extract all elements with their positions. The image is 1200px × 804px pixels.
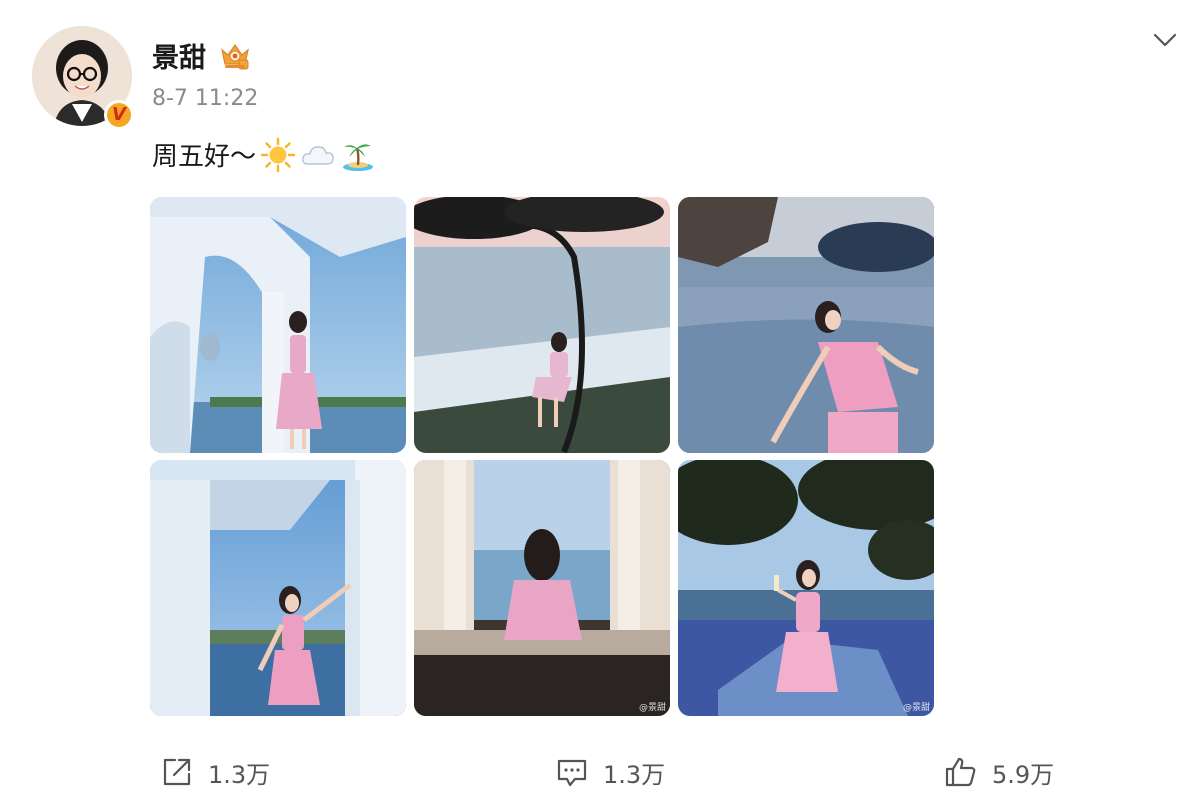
photo-watermark: @景甜 xyxy=(638,703,666,713)
photo-3[interactable] xyxy=(678,197,934,453)
photo-1[interactable] xyxy=(150,197,406,453)
like-button[interactable]: 5.9万 xyxy=(944,750,1054,794)
post-text: 周五好～ xyxy=(152,136,376,173)
chevron-down-icon[interactable] xyxy=(1152,30,1178,50)
post-timestamp: 8-7 11:22 xyxy=(152,86,259,111)
repost-icon xyxy=(163,758,191,786)
comment-icon xyxy=(557,759,587,787)
photo-grid: @景甜 @景甜 xyxy=(150,197,934,716)
verified-badge-icon: V xyxy=(104,100,134,130)
comment-button[interactable]: 1.3万 xyxy=(555,750,665,794)
weibo-post: V 景甜 8-7 11:22 周五好～ @景甜 @景甜 1.3万 1.3万 5.… xyxy=(0,0,1200,804)
repost-button[interactable]: 1.3万 xyxy=(160,750,270,794)
vip-crown-icon[interactable] xyxy=(218,40,252,72)
post-text-content: 周五好～ xyxy=(152,142,257,172)
photo-watermark: @景甜 xyxy=(902,703,930,713)
photo-4[interactable] xyxy=(150,460,406,716)
cloud-emoji xyxy=(302,145,334,165)
avatar[interactable]: V xyxy=(32,26,134,130)
username[interactable]: 景甜 xyxy=(152,36,206,75)
action-bar: 1.3万 1.3万 5.9万 xyxy=(0,750,1200,794)
photo-2[interactable] xyxy=(414,197,670,453)
like-count: 5.9万 xyxy=(992,760,1055,789)
photo-5[interactable]: @景甜 xyxy=(414,460,670,716)
sun-emoji xyxy=(260,137,296,172)
photo-6[interactable]: @景甜 xyxy=(678,460,934,716)
repost-count: 1.3万 xyxy=(208,760,271,789)
island-emoji xyxy=(343,143,374,171)
thumbs-up-icon xyxy=(945,757,976,787)
comment-count: 1.3万 xyxy=(603,760,666,789)
username-row: 景甜 xyxy=(152,36,252,75)
